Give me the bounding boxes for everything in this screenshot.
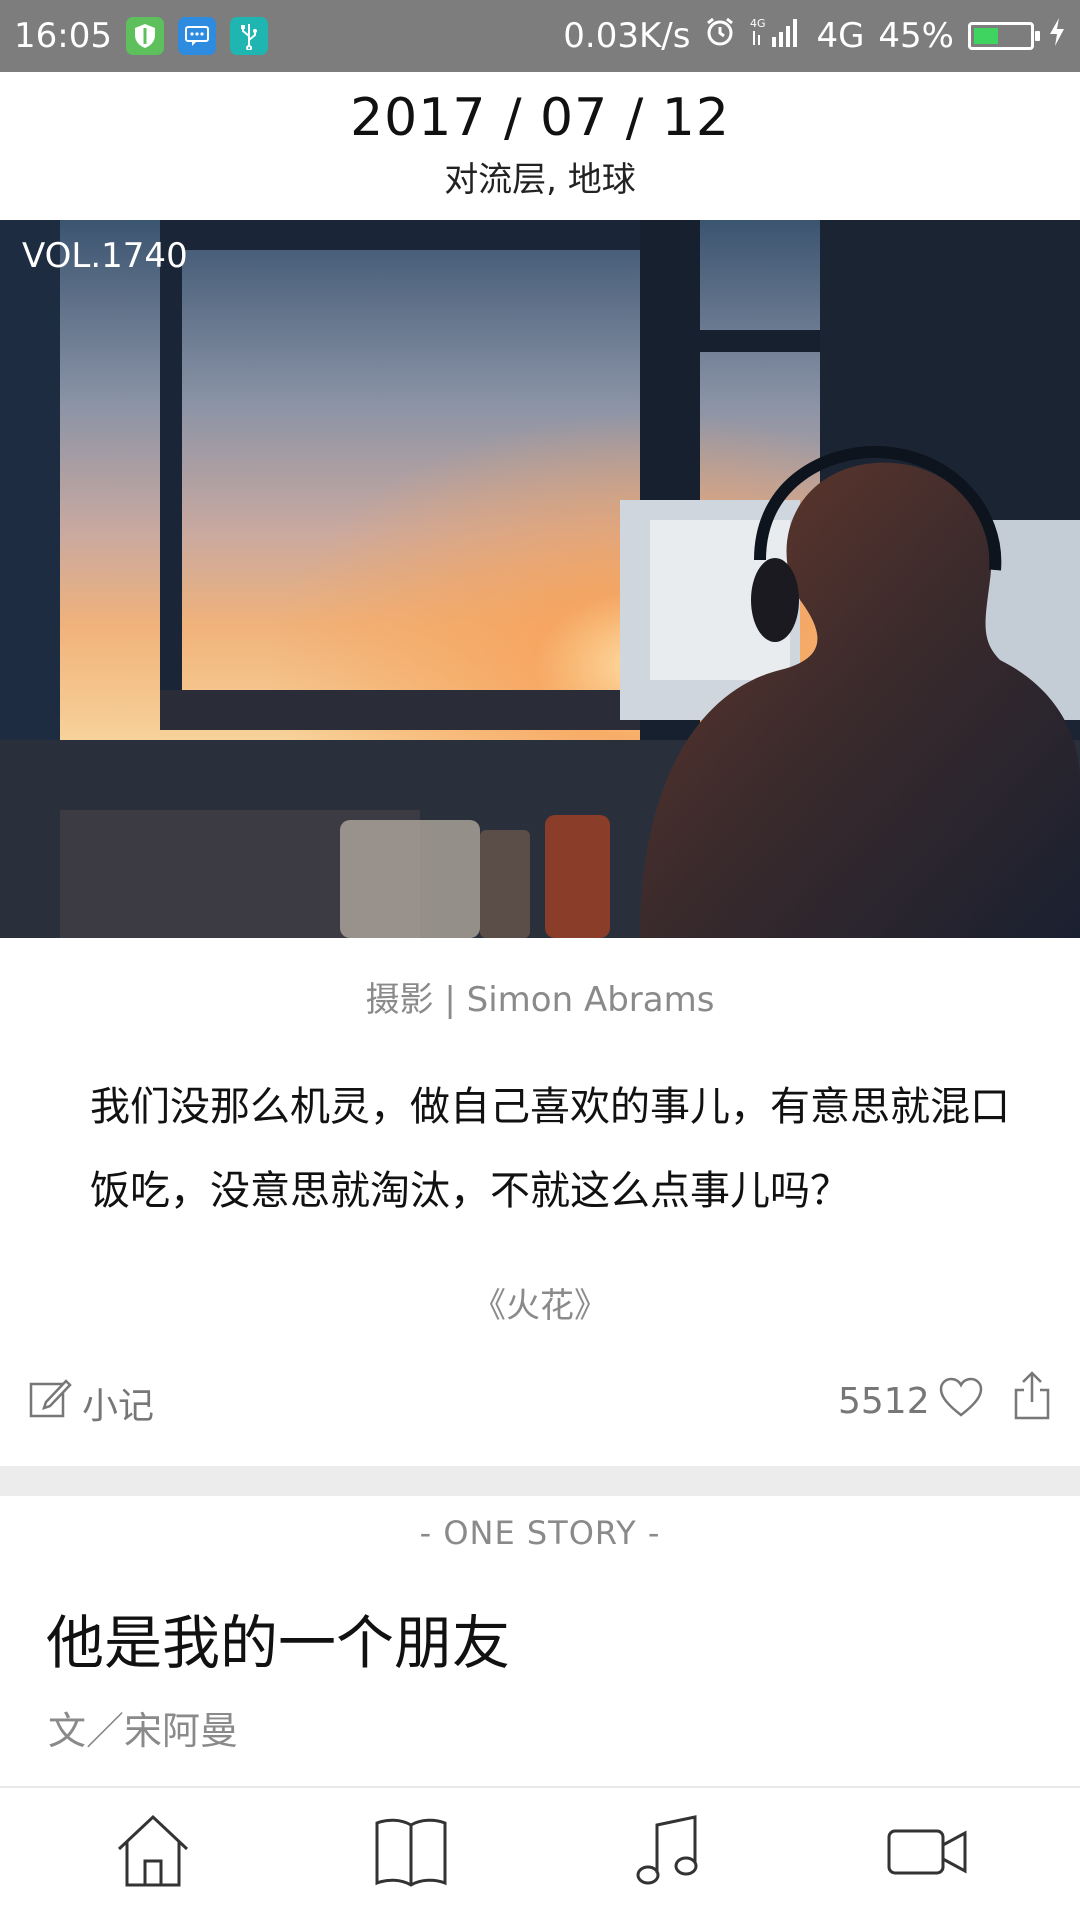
cover-photo[interactable]: VOL.1740 — [0, 220, 1080, 938]
shield-notification-icon — [125, 17, 164, 55]
book-icon — [371, 1811, 451, 1895]
music-icon — [629, 1811, 709, 1895]
network-type: 4G — [816, 16, 865, 56]
heart-icon — [938, 1376, 984, 1427]
status-time: 16:05 — [14, 16, 112, 56]
story-tag: - ONE STORY - — [419, 1514, 661, 1552]
battery-icon — [968, 22, 1040, 50]
volume-label: VOL.1740 — [22, 236, 188, 276]
note-label: 小记 — [82, 1385, 155, 1427]
nav-music[interactable] — [624, 1808, 714, 1898]
date-title: 2017 / 07 / 12 — [350, 88, 730, 148]
status-bar: 16:05 0.03K/s 4G 4G 45% — [0, 0, 1080, 72]
quote-text: 我们没那么机灵，做自己喜欢的事儿，有意思就混口饭吃，没意思就淘汰，不就这么点事儿… — [90, 1084, 1010, 1214]
home-icon — [113, 1811, 193, 1895]
section-divider — [0, 1466, 1080, 1496]
charging-icon — [1048, 16, 1066, 56]
location-text: 对流层, 地球 — [444, 160, 636, 200]
video-icon — [885, 1811, 969, 1895]
signal-icon: 4G — [750, 15, 802, 58]
page-header: 2017 / 07 / 12 对流层, 地球 — [0, 72, 1080, 220]
edit-icon — [28, 1376, 72, 1429]
share-button[interactable] — [1012, 1370, 1052, 1426]
share-icon — [1012, 1371, 1052, 1426]
quote-source: 《火花》 — [472, 1286, 608, 1326]
story-author: 文／宋阿曼 — [48, 1709, 239, 1753]
photo-credit: 摄影 | Simon Abrams — [365, 980, 715, 1020]
nav-reading[interactable] — [366, 1808, 456, 1898]
svg-text:4G: 4G — [750, 17, 766, 30]
nav-video[interactable] — [882, 1808, 972, 1898]
cover-photo-image — [0, 220, 1080, 938]
story-title[interactable]: 他是我的一个朋友 — [46, 1596, 510, 1680]
bottom-nav — [0, 1786, 1080, 1920]
alarm-icon — [704, 16, 736, 57]
network-speed: 0.03K/s — [563, 16, 691, 56]
like-button[interactable]: 5512 — [838, 1376, 984, 1427]
note-button[interactable]: 小记 — [28, 1376, 154, 1429]
message-notification-icon — [177, 17, 216, 55]
action-bar: 小记 5512 — [0, 1370, 1080, 1440]
usb-notification-icon — [229, 17, 268, 55]
nav-home[interactable] — [108, 1808, 198, 1898]
like-count: 5512 — [838, 1381, 930, 1422]
battery-percent: 45% — [878, 16, 954, 56]
